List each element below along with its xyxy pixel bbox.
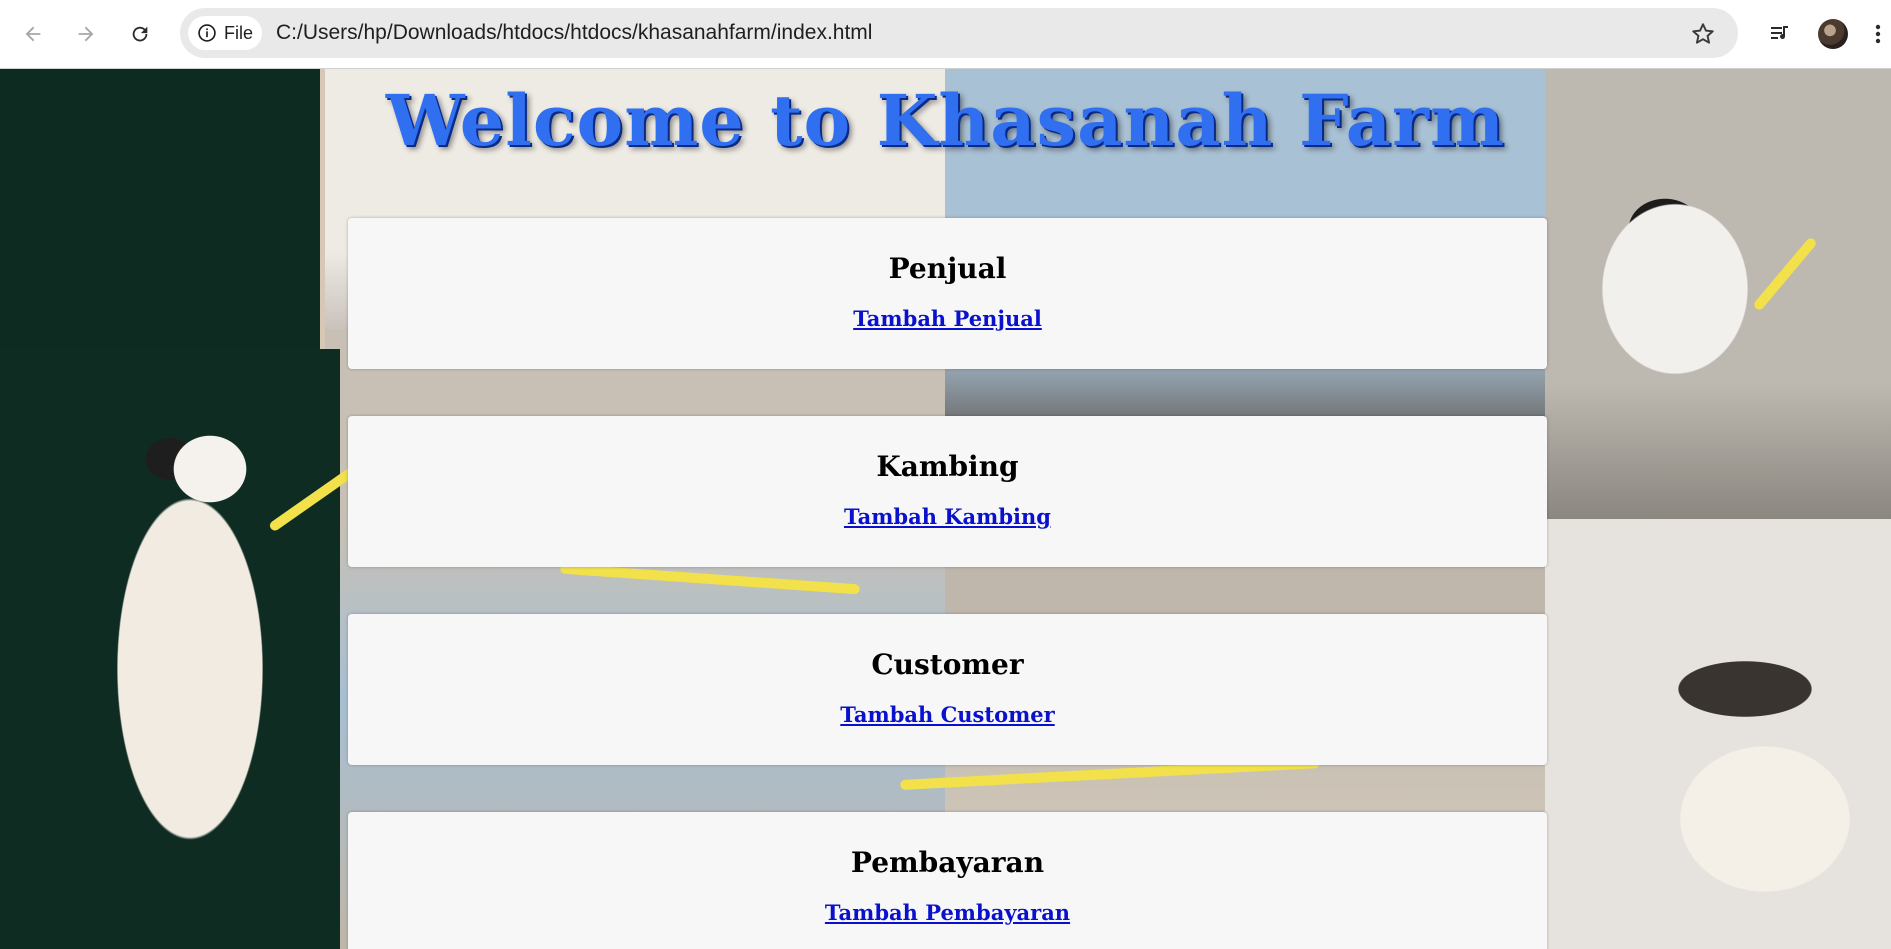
photo-tile xyxy=(1545,519,1891,949)
site-info-chip[interactable]: File xyxy=(188,16,262,50)
back-icon[interactable] xyxy=(17,18,49,50)
section-heading: Pembayaran xyxy=(850,846,1045,879)
section-card-pembayaran: Pembayaran Tambah Pembayaran xyxy=(348,812,1547,949)
page-title: Welcome to Khasanah Farm xyxy=(385,79,1506,162)
section-heading: Kambing xyxy=(876,450,1019,483)
reload-icon[interactable] xyxy=(124,18,156,50)
section-card-kambing: Kambing Tambah Kambing xyxy=(348,416,1547,567)
browser-toolbar: File C:/Users/hp/Downloads/htdocs/htdocs… xyxy=(0,0,1891,69)
tambah-penjual-link[interactable]: Tambah Penjual xyxy=(348,306,1547,331)
more-vert-icon[interactable] xyxy=(1868,18,1888,50)
tambah-customer-link[interactable]: Tambah Customer xyxy=(348,702,1547,727)
media-control-icon[interactable] xyxy=(1764,18,1796,50)
section-card-customer: Customer Tambah Customer xyxy=(348,614,1547,765)
tambah-kambing-link[interactable]: Tambah Kambing xyxy=(348,504,1547,529)
section-heading: Customer xyxy=(871,648,1024,681)
url-text[interactable]: C:/Users/hp/Downloads/htdocs/htdocs/khas… xyxy=(276,8,872,58)
section-heading: Penjual xyxy=(888,252,1007,285)
tambah-pembayaran-link[interactable]: Tambah Pembayaran xyxy=(348,900,1547,925)
info-icon xyxy=(198,24,216,42)
page-viewport: Welcome to Khasanah Farm Penjual Tambah … xyxy=(0,69,1891,949)
photo-tile xyxy=(0,349,340,949)
address-bar[interactable]: File C:/Users/hp/Downloads/htdocs/htdocs… xyxy=(180,8,1738,58)
star-icon[interactable] xyxy=(1690,21,1716,47)
forward-icon[interactable] xyxy=(70,18,102,50)
avatar[interactable] xyxy=(1818,19,1848,49)
section-card-penjual: Penjual Tambah Penjual xyxy=(348,218,1547,369)
chip-label: File xyxy=(223,22,253,43)
